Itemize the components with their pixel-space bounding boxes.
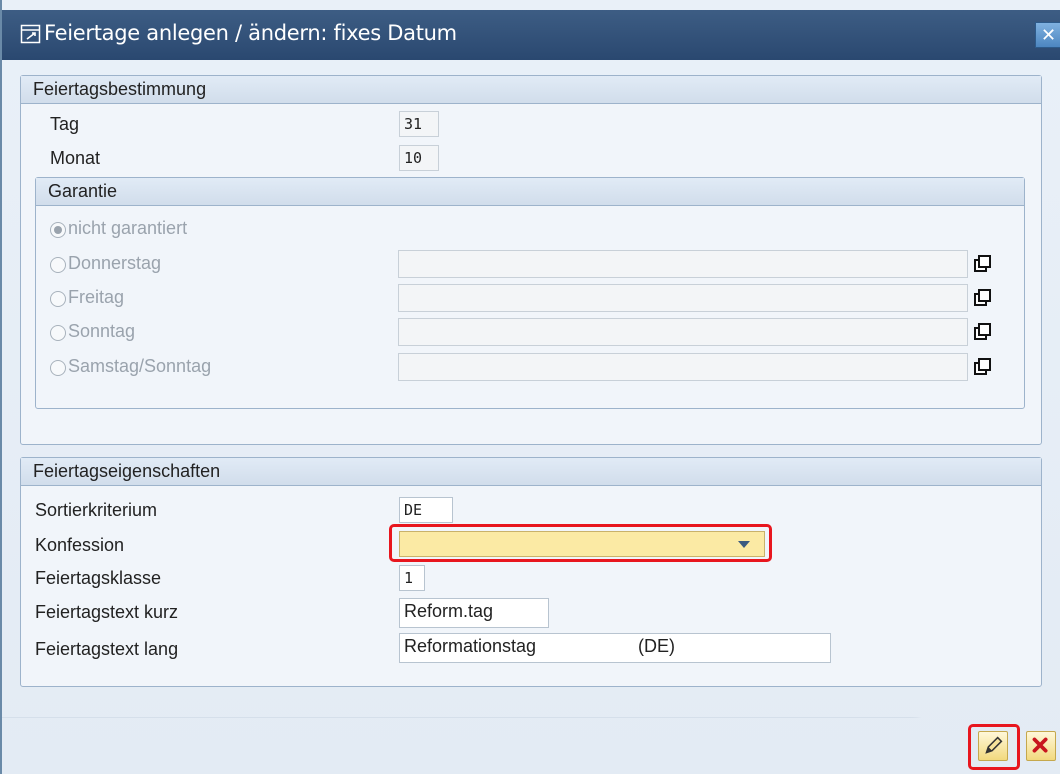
radio-label-sonntag: Sonntag	[68, 321, 136, 341]
tag-field[interactable]: 31	[399, 111, 439, 137]
radio-label-samstag-sonntag: Samstag/Sonntag	[68, 356, 212, 376]
window-title: Feiertage anlegen / ändern: fixes Datum	[44, 21, 457, 45]
copy-icon[interactable]	[973, 357, 993, 377]
radio-label-freitag: Freitag	[68, 287, 125, 307]
copy-icon[interactable]	[973, 288, 993, 308]
panel-feiertagseigenschaften: Feiertagseigenschaften Sortierkriterium …	[20, 457, 1042, 687]
pencil-icon	[985, 736, 1003, 754]
radio-nicht-garantiert[interactable]	[50, 222, 66, 238]
edit-window-icon	[20, 24, 41, 44]
title-bar: Feiertage anlegen / ändern: fixes Datum …	[2, 10, 1060, 60]
close-button[interactable]: ✕	[1035, 22, 1060, 48]
copy-icon[interactable]	[973, 322, 993, 342]
text-lang-field[interactable]: Reformationstag (DE)	[399, 633, 831, 663]
radio-sonntag[interactable]	[50, 325, 66, 341]
garantie-header: Garantie	[36, 178, 1024, 206]
radio-label-nicht-garantiert: nicht garantiert	[68, 218, 188, 238]
footer-separator	[2, 717, 922, 718]
panel-garantie: Garantie nicht garantiert Donnerstag Fre…	[35, 177, 1025, 409]
highlight-konfession	[389, 524, 772, 562]
cancel-x-icon	[1032, 737, 1048, 753]
feiertagsklasse-label: Feiertagsklasse	[35, 568, 162, 588]
sortierkriterium-field[interactable]: DE	[399, 497, 453, 523]
text-kurz-label: Feiertagstext kurz	[35, 602, 179, 622]
panel-header: Feiertagseigenschaften	[21, 458, 1041, 486]
close-icon: ✕	[1040, 25, 1057, 45]
radio-freitag[interactable]	[50, 291, 66, 307]
text-lang-suffix: (DE)	[638, 636, 675, 656]
monat-field[interactable]: 10	[399, 145, 439, 171]
radio-donnerstag[interactable]	[50, 257, 66, 273]
text-kurz-field[interactable]: Reform.tag	[399, 598, 549, 628]
text-lang-label: Feiertagstext lang	[35, 639, 179, 659]
tag-label: Tag	[50, 114, 80, 134]
donnerstag-field[interactable]	[398, 250, 968, 278]
monat-label: Monat	[50, 148, 101, 168]
konfession-label: Konfession	[35, 535, 125, 555]
radio-samstag-sonntag[interactable]	[50, 360, 66, 376]
text-lang-value: Reformationstag	[404, 636, 537, 656]
panel-header: Feiertagsbestimmung	[21, 76, 1041, 104]
samstag-sonntag-field[interactable]	[398, 353, 968, 381]
sonntag-field[interactable]	[398, 318, 968, 346]
panel-feiertagsbestimmung: Feiertagsbestimmung Tag 31 Monat 10 Gara…	[20, 75, 1042, 445]
freitag-field[interactable]	[398, 284, 968, 312]
feiertagsklasse-field[interactable]: 1	[399, 565, 425, 591]
edit-button[interactable]	[978, 731, 1008, 761]
sortierkriterium-label: Sortierkriterium	[35, 500, 158, 520]
copy-icon[interactable]	[973, 254, 993, 274]
radio-label-donnerstag: Donnerstag	[68, 253, 162, 273]
cancel-button[interactable]	[1026, 731, 1056, 761]
dialog-window: Feiertage anlegen / ändern: fixes Datum …	[0, 0, 1060, 774]
